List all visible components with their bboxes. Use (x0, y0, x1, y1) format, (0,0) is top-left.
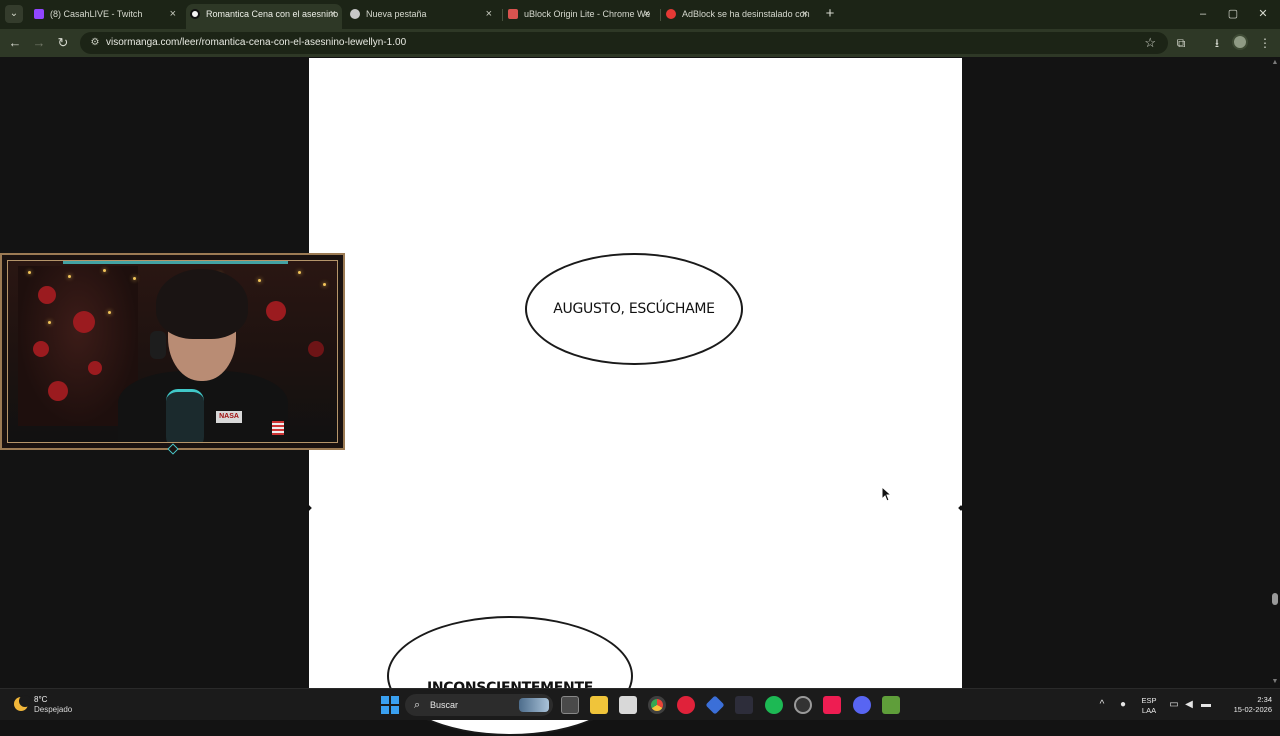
chrome-menu-icon[interactable]: ⋮ (1256, 34, 1274, 52)
tab-title: uBlock Origin Lite - Chrome We (524, 9, 651, 19)
twitch-icon (34, 9, 44, 19)
search-icon: ⌕ (414, 699, 421, 711)
streamer-hair (156, 269, 248, 339)
download-icon[interactable]: ⭳ (1208, 34, 1226, 52)
tab-visormanga[interactable]: Romantica Cena con el asesnino × (186, 4, 342, 29)
headset (150, 331, 166, 359)
webcam-frame-accent (63, 261, 288, 264)
tab-close-icon[interactable]: × (486, 4, 492, 25)
url-text[interactable]: visormanga.com/leer/romantica-cena-con-e… (106, 32, 406, 54)
back-button[interactable]: ← (6, 34, 24, 52)
maximize-button[interactable]: ▢ (1218, 4, 1248, 24)
flag-patch (272, 421, 284, 435)
taskbar-search-box[interactable]: ⌕ Buscar (405, 694, 553, 716)
tab-twitch[interactable]: (8) CasahLIVE - Twitch × (30, 4, 182, 29)
tab-close-icon[interactable]: × (170, 4, 176, 25)
tab-close-icon[interactable]: × (802, 4, 808, 25)
tab-title: Romantica Cena con el asesnino (206, 9, 339, 19)
new-tab-button[interactable]: + (822, 6, 838, 22)
opera-icon[interactable] (677, 696, 695, 714)
spotify-icon[interactable] (765, 696, 783, 714)
search-highlight-image (519, 698, 549, 712)
obs-icon[interactable] (735, 696, 753, 714)
site-info-icon[interactable]: ⚙ (88, 36, 102, 50)
visormanga-icon (190, 9, 200, 19)
tab-adblock[interactable]: AdBlock se ha desinstalado con × (662, 4, 814, 29)
chrome-icon[interactable] (648, 696, 666, 714)
weather-temperature[interactable]: 8°C (34, 695, 47, 704)
tab-title: (8) CasahLIVE - Twitch (50, 9, 143, 19)
weather-condition[interactable]: Despejado (34, 705, 72, 714)
speech-bubble-text: AUGUSTO, ESCÚCHAME (553, 301, 715, 317)
keyboard-layout[interactable]: LAA (1139, 706, 1159, 715)
search-placeholder: Buscar (430, 700, 459, 710)
clock-date[interactable]: 15-02-2026 (1222, 705, 1272, 714)
start-button[interactable] (381, 696, 399, 714)
forward-button[interactable]: → (30, 34, 48, 52)
scroll-down-arrow-icon[interactable]: ▼ (1271, 678, 1279, 686)
webcam-overlay: NASA (0, 253, 345, 455)
profile-avatar[interactable] (1232, 34, 1248, 50)
tab-ublock[interactable]: uBlock Origin Lite - Chrome We × (504, 4, 656, 29)
vertical-scrollbar[interactable]: ▲ ▼ (1270, 57, 1280, 688)
discord-icon[interactable] (853, 696, 871, 714)
close-window-button[interactable]: ✕ (1248, 4, 1278, 24)
mouse-cursor-icon (881, 486, 893, 502)
volume-icon[interactable]: ◀ (1183, 699, 1195, 711)
network-icon[interactable]: ▭ (1168, 699, 1180, 711)
microphone-tray-icon[interactable]: ● (1117, 699, 1129, 711)
tab-title: AdBlock se ha desinstalado con (682, 9, 810, 19)
steam-icon[interactable] (794, 696, 812, 714)
task-view-icon[interactable] (561, 696, 579, 714)
tab-separator (660, 9, 661, 21)
minecraft-icon[interactable] (882, 696, 900, 714)
tab-new-tab[interactable]: Nueva pestaña × (346, 4, 498, 29)
shirt-logo: NASA (216, 411, 242, 423)
chrome-icon (350, 9, 360, 19)
webcam-feed: NASA (7, 260, 338, 443)
visual-studio-icon[interactable] (705, 695, 725, 715)
tab-separator (502, 9, 503, 21)
scrollbar-thumb[interactable] (1272, 593, 1278, 605)
microsoft-store-icon[interactable] (619, 696, 637, 714)
reload-button[interactable]: ↻ (54, 34, 72, 52)
tray-overflow-chevron-icon[interactable]: ^ (1096, 699, 1108, 711)
tab-close-icon[interactable]: × (330, 4, 336, 25)
windows-taskbar: 8°C Despejado ⌕ Buscar ^ ● ESP LAA ▭ ◀ ▬… (0, 688, 1280, 720)
weather-moon-icon[interactable] (14, 695, 31, 711)
language-code[interactable]: ESP (1139, 696, 1159, 705)
minimize-button[interactable]: – (1188, 4, 1218, 24)
tab-title: Nueva pestaña (366, 9, 427, 19)
chrome-web-store-icon (508, 9, 518, 19)
microphone (166, 389, 204, 442)
adblock-icon (666, 9, 676, 19)
bookmark-star-icon[interactable]: ☆ (1144, 35, 1156, 51)
tab-close-icon[interactable]: × (644, 4, 650, 25)
speech-bubble: AUGUSTO, ESCÚCHAME (525, 253, 743, 365)
tiktok-icon[interactable] (823, 696, 841, 714)
browser-toolbar: ← → ↻ ⚙ visormanga.com/leer/romantica-ce… (0, 29, 1280, 57)
manga-page: AUGUSTO, ESCÚCHAME INCONSCIENTEMENTE (309, 58, 962, 736)
tab-search-button[interactable]: ⌄ (5, 5, 23, 23)
clock-time[interactable]: 2:34 (1222, 695, 1272, 704)
file-explorer-icon[interactable] (590, 696, 608, 714)
battery-icon[interactable]: ▬ (1200, 699, 1212, 711)
tab-strip: ⌄ (8) CasahLIVE - Twitch × Romantica Cen… (0, 0, 1280, 29)
address-bar[interactable]: ⚙ visormanga.com/leer/romantica-cena-con… (80, 32, 1168, 54)
scroll-up-arrow-icon[interactable]: ▲ (1271, 59, 1279, 67)
extensions-icon[interactable]: ⧉ (1172, 34, 1190, 52)
